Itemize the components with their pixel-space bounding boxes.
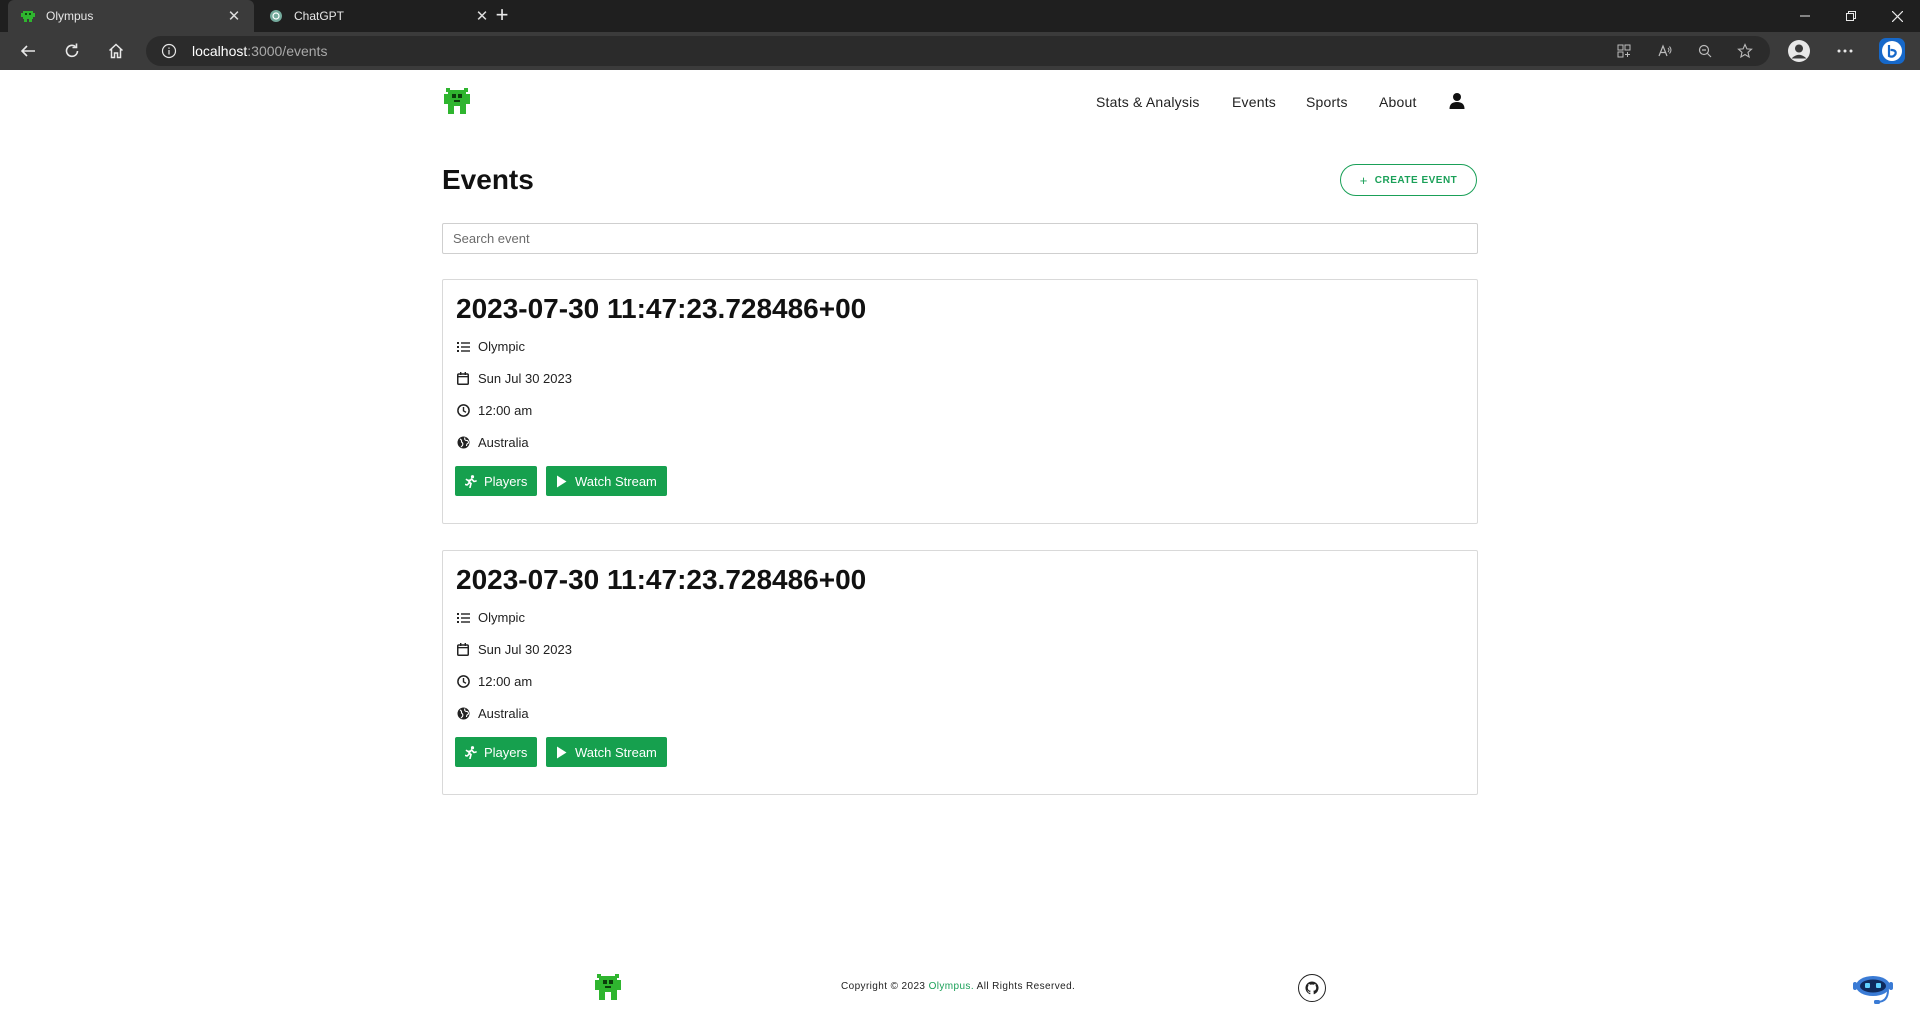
chatgpt-favicon-icon xyxy=(268,8,284,24)
event-date: Sun Jul 30 2023 xyxy=(478,371,572,386)
restore-window-button[interactable] xyxy=(1828,0,1874,32)
event-location: Australia xyxy=(478,706,529,721)
search-event-input[interactable] xyxy=(442,223,1478,254)
tab-title: Olympus xyxy=(46,9,94,23)
tab-chatgpt[interactable]: ChatGPT ✕ xyxy=(256,0,502,32)
page-title: Events xyxy=(442,164,534,195)
event-time-row: 12:00 am xyxy=(456,403,532,418)
event-location-row: Australia xyxy=(456,706,529,721)
clock-icon xyxy=(456,675,470,689)
running-person-icon xyxy=(465,474,478,488)
plus-icon: + xyxy=(1359,172,1368,188)
more-options-icon[interactable] xyxy=(1831,37,1859,65)
event-category: Olympic xyxy=(478,339,525,354)
players-label: Players xyxy=(484,473,528,489)
minimize-window-button[interactable] xyxy=(1782,0,1828,32)
address-bar[interactable]: localhost:3000/events xyxy=(146,36,1770,66)
clock-icon xyxy=(456,404,470,418)
calendar-icon xyxy=(456,643,470,657)
event-date-row: Sun Jul 30 2023 xyxy=(456,371,572,386)
olympus-logo-icon[interactable] xyxy=(442,86,472,116)
nav-link-sports[interactable]: Sports xyxy=(1306,94,1348,110)
footer-copyright: Copyright © 2023 Olympus. All Rights Res… xyxy=(841,981,1075,992)
chatbot-assistant-icon[interactable] xyxy=(1852,972,1894,1008)
create-event-label: CREATE EVENT xyxy=(1374,174,1458,186)
page: Stats & Analysis Events Sports About Eve… xyxy=(0,70,1920,1030)
nav-link-about[interactable]: About xyxy=(1379,94,1417,110)
tab-title: ChatGPT xyxy=(294,9,345,23)
event-location: Australia xyxy=(478,435,529,450)
refresh-button[interactable] xyxy=(58,37,86,65)
event-location-row: Australia xyxy=(456,435,529,450)
url-host: localhost xyxy=(192,43,248,59)
home-button[interactable] xyxy=(102,37,130,65)
new-tab-button[interactable]: + xyxy=(490,4,514,28)
event-category-row: Olympic xyxy=(456,610,525,625)
user-account-icon[interactable] xyxy=(1448,92,1466,110)
close-window-button[interactable] xyxy=(1874,0,1920,32)
globe-icon xyxy=(456,707,470,721)
list-icon xyxy=(456,340,470,354)
footer-olympus-logo-icon[interactable] xyxy=(593,972,623,1002)
play-icon xyxy=(556,746,569,759)
close-tab-icon[interactable]: ✕ xyxy=(474,8,490,25)
event-time: 12:00 am xyxy=(478,674,533,689)
browser-toolbar: localhost:3000/events xyxy=(0,32,1920,70)
list-icon xyxy=(456,611,470,625)
nav-link-events[interactable]: Events xyxy=(1232,94,1276,110)
site-info-icon[interactable] xyxy=(160,42,178,60)
calendar-icon xyxy=(456,372,470,386)
url-path: :3000/events xyxy=(247,43,328,59)
copyright-suffix: All Rights Reserved. xyxy=(974,981,1076,992)
running-person-icon xyxy=(465,745,478,759)
tab-olympus[interactable]: Olympus ✕ xyxy=(8,0,254,32)
players-label: Players xyxy=(484,744,528,760)
olympus-favicon-icon xyxy=(20,8,36,24)
watch-stream-label: Watch Stream xyxy=(575,473,657,489)
play-icon xyxy=(556,475,569,488)
bing-copilot-icon[interactable] xyxy=(1878,37,1906,65)
watch-stream-label: Watch Stream xyxy=(575,744,657,760)
copyright-prefix: Copyright © 2023 xyxy=(841,981,929,992)
event-time-row: 12:00 am xyxy=(456,674,532,689)
github-icon[interactable] xyxy=(1298,974,1326,1002)
event-date: Sun Jul 30 2023 xyxy=(478,642,572,657)
nav-link-stats[interactable]: Stats & Analysis xyxy=(1096,94,1200,110)
event-category-row: Olympic xyxy=(456,339,525,354)
event-card: 2023-07-30 11:47:23.728486+00 Olympic Su… xyxy=(442,279,1478,524)
back-button[interactable] xyxy=(14,37,42,65)
event-card: 2023-07-30 11:47:23.728486+00 Olympic Su… xyxy=(442,550,1478,795)
copyright-brand-link[interactable]: Olympus. xyxy=(929,981,974,992)
favorite-star-icon[interactable] xyxy=(1735,41,1755,61)
profile-avatar-icon[interactable] xyxy=(1785,37,1813,65)
browser-tab-bar: Olympus ✕ ChatGPT ✕ + xyxy=(0,0,1920,32)
zoom-out-icon[interactable] xyxy=(1695,41,1715,61)
globe-icon xyxy=(456,436,470,450)
apps-icon[interactable] xyxy=(1614,41,1634,61)
event-category: Olympic xyxy=(478,610,525,625)
players-button[interactable]: Players xyxy=(455,737,538,767)
event-time: 12:00 am xyxy=(478,403,533,418)
create-event-button[interactable]: + CREATE EVENT xyxy=(1340,164,1477,196)
watch-stream-button[interactable]: Watch Stream xyxy=(546,466,667,496)
event-date-row: Sun Jul 30 2023 xyxy=(456,642,572,657)
event-title: 2023-07-30 11:47:23.728486+00 xyxy=(456,564,867,595)
watch-stream-button[interactable]: Watch Stream xyxy=(546,737,667,767)
read-aloud-icon[interactable] xyxy=(1655,41,1675,61)
close-tab-icon[interactable]: ✕ xyxy=(226,8,242,25)
event-title: 2023-07-30 11:47:23.728486+00 xyxy=(456,293,867,324)
players-button[interactable]: Players xyxy=(455,466,538,496)
